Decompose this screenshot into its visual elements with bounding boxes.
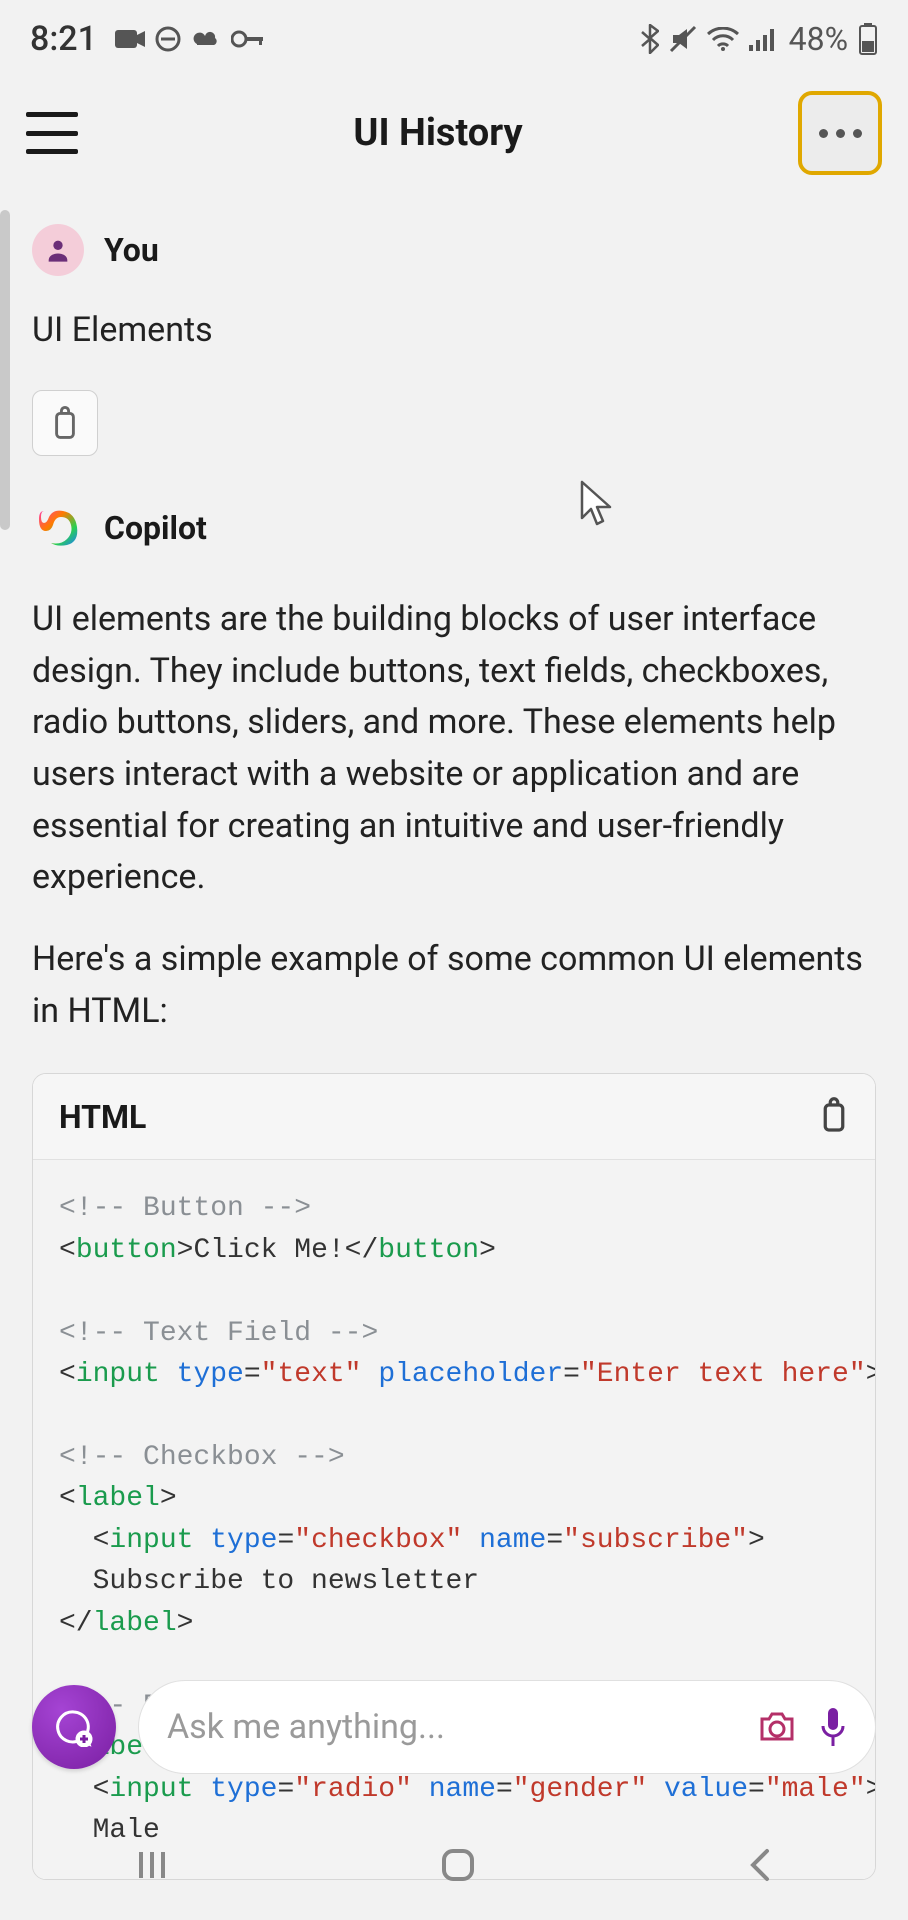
battery-percent: 48% xyxy=(789,20,848,58)
camera-input-button[interactable] xyxy=(757,1709,797,1745)
code-block-header: HTML xyxy=(33,1074,875,1160)
user-message-text: UI Elements xyxy=(32,310,876,350)
copilot-sender-name: Copilot xyxy=(104,509,207,547)
status-bar: 8:21 48% xyxy=(0,0,908,78)
home-button[interactable] xyxy=(438,1845,478,1885)
mute-icon xyxy=(669,25,697,53)
user-sender-name: You xyxy=(104,231,159,269)
copilot-paragraph-2: Here's a simple example of some common U… xyxy=(32,934,876,1037)
clock: 8:21 xyxy=(30,19,97,59)
copilot-message-header: Copilot xyxy=(32,502,876,554)
more-options-button[interactable] xyxy=(798,91,882,175)
menu-button[interactable] xyxy=(26,112,78,154)
compose-bar: Ask me anything... xyxy=(0,1672,908,1782)
chat-thread[interactable]: You UI Elements Copilot UI elements are … xyxy=(0,188,908,1880)
code-language-label: HTML xyxy=(59,1098,146,1136)
user-avatar xyxy=(32,224,84,276)
android-nav-bar xyxy=(0,1810,908,1920)
copy-code-button[interactable] xyxy=(819,1096,849,1138)
sync-icon xyxy=(191,28,221,50)
copy-user-message-button[interactable] xyxy=(32,390,98,456)
camera-icon xyxy=(115,28,145,50)
copilot-paragraph-1: UI elements are the building blocks of u… xyxy=(32,594,876,904)
battery-icon xyxy=(858,23,878,55)
message-input[interactable]: Ask me anything... xyxy=(138,1680,876,1774)
no-entry-icon xyxy=(155,26,181,52)
key-icon xyxy=(231,30,265,48)
app-bar: UI History xyxy=(0,78,908,188)
microphone-button[interactable] xyxy=(819,1706,847,1748)
bluetooth-icon xyxy=(641,24,659,54)
back-button[interactable] xyxy=(745,1845,775,1885)
page-title: UI History xyxy=(353,111,522,155)
user-message-header: You xyxy=(32,224,876,276)
scroll-indicator xyxy=(0,210,10,530)
message-input-placeholder: Ask me anything... xyxy=(167,1707,735,1747)
new-topic-button[interactable] xyxy=(32,1685,116,1769)
signal-icon xyxy=(749,27,777,51)
recents-button[interactable] xyxy=(133,1846,171,1884)
copilot-logo-icon xyxy=(32,502,84,554)
wifi-icon xyxy=(707,27,739,51)
